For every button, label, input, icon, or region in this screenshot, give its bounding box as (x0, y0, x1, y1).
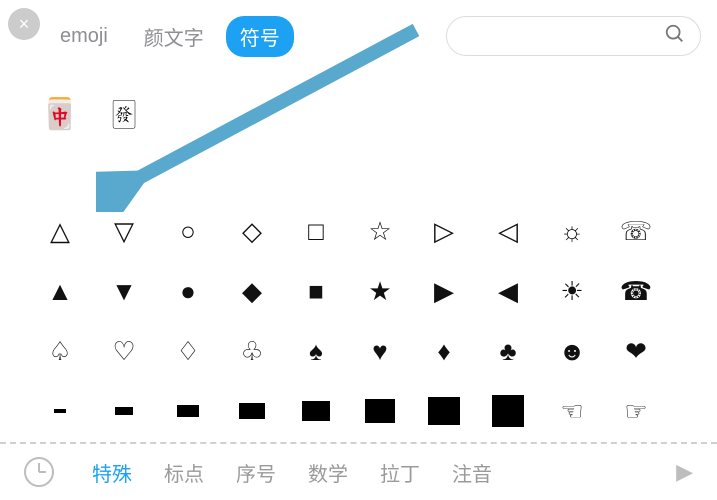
category-special[interactable]: 特殊 (92, 458, 132, 487)
grid-row: ▲ ▼ ● ◆ ■ ★ ▶ ◀ ☀ ☎ (28, 264, 689, 318)
category-punct[interactable]: 标点 (164, 458, 204, 487)
next-page-button[interactable]: ▶ (676, 459, 693, 485)
symbol-cell[interactable]: ☻ (540, 324, 604, 378)
category-latin[interactable]: 拉丁 (380, 458, 420, 487)
symbol-cell[interactable]: ■ (284, 264, 348, 318)
symbol-cell[interactable]: ○ (156, 204, 220, 258)
search-field[interactable] (446, 16, 701, 56)
tab-symbols[interactable]: 符号 (226, 16, 294, 57)
grid-row: △ ▽ ○ ◇ □ ☆ ▷ ◁ ☼ ☏ (28, 204, 689, 258)
symbol-cell[interactable] (348, 384, 412, 438)
tab-emoji[interactable]: emoji (46, 19, 122, 54)
grid-row: ☜☞ (28, 384, 689, 438)
symbol-cell[interactable]: ♤ (28, 324, 92, 378)
symbol-cell[interactable] (28, 384, 92, 438)
close-button[interactable]: × (8, 8, 40, 40)
mahjong-row: 🀄 🀅 (28, 94, 689, 134)
symbol-cell[interactable]: ● (156, 264, 220, 318)
symbol-cell[interactable]: 🀄 (28, 94, 92, 134)
topbar: emoji 颜文字 符号 (46, 14, 701, 58)
category-seq[interactable]: 序号 (236, 458, 276, 487)
tab-kaomoji[interactable]: 颜文字 (130, 16, 218, 57)
symbol-cell[interactable]: ☞ (604, 384, 668, 438)
symbol-cell[interactable] (284, 384, 348, 438)
symbol-cell[interactable] (156, 384, 220, 438)
symbol-cell[interactable]: ☏ (604, 204, 668, 258)
symbol-cell[interactable] (220, 384, 284, 438)
symbol-grid: 🀄 🀅 △ ▽ ○ ◇ □ ☆ ▷ ◁ ☼ ☏ ▲ ▼ ● ◆ ■ ★ ▶ ◀ … (0, 64, 717, 440)
symbol-cell[interactable] (476, 384, 540, 438)
symbol-cell[interactable]: ◆ (220, 264, 284, 318)
symbol-cell[interactable]: ♧ (220, 324, 284, 378)
symbol-cell[interactable]: ☼ (540, 204, 604, 258)
symbol-cell[interactable]: ★ (348, 264, 412, 318)
recent-button[interactable] (24, 457, 54, 487)
bottom-bar: 特殊 标点 序号 数学 拉丁 注音 ▶ (0, 442, 717, 500)
symbol-cell[interactable]: ☆ (348, 204, 412, 258)
symbol-cell[interactable]: ♢ (156, 324, 220, 378)
symbol-cell[interactable]: ▼ (92, 264, 156, 318)
symbol-cell[interactable] (412, 384, 476, 438)
symbol-cell[interactable]: ▶ (412, 264, 476, 318)
symbol-cell[interactable]: ▲ (28, 264, 92, 318)
category-phon[interactable]: 注音 (452, 458, 492, 487)
search-icon (664, 23, 686, 50)
symbol-cell[interactable]: ☎ (604, 264, 668, 318)
symbol-cell[interactable]: ♣ (476, 324, 540, 378)
grid-row: ♤ ♡ ♢ ♧ ♠ ♥ ♦ ♣ ☻ ❤ (28, 324, 689, 378)
symbol-cell[interactable]: ☜ (540, 384, 604, 438)
symbol-cell[interactable]: ♦ (412, 324, 476, 378)
category-math[interactable]: 数学 (308, 458, 348, 487)
symbol-cell[interactable]: ▷ (412, 204, 476, 258)
symbol-cell[interactable]: ♡ (92, 324, 156, 378)
symbol-cell[interactable]: ❤ (604, 324, 668, 378)
symbol-cell[interactable]: ◀ (476, 264, 540, 318)
symbol-cell[interactable]: ▽ (92, 204, 156, 258)
symbol-cell[interactable]: △ (28, 204, 92, 258)
symbol-cell[interactable]: ◁ (476, 204, 540, 258)
symbol-cell[interactable]: ♥ (348, 324, 412, 378)
symbol-cell[interactable]: 🀅 (92, 94, 156, 134)
symbol-cell[interactable]: ◇ (220, 204, 284, 258)
symbol-cell[interactable] (92, 384, 156, 438)
symbol-cell[interactable]: ☀ (540, 264, 604, 318)
symbol-cell[interactable]: □ (284, 204, 348, 258)
symbol-cell[interactable]: ♠ (284, 324, 348, 378)
